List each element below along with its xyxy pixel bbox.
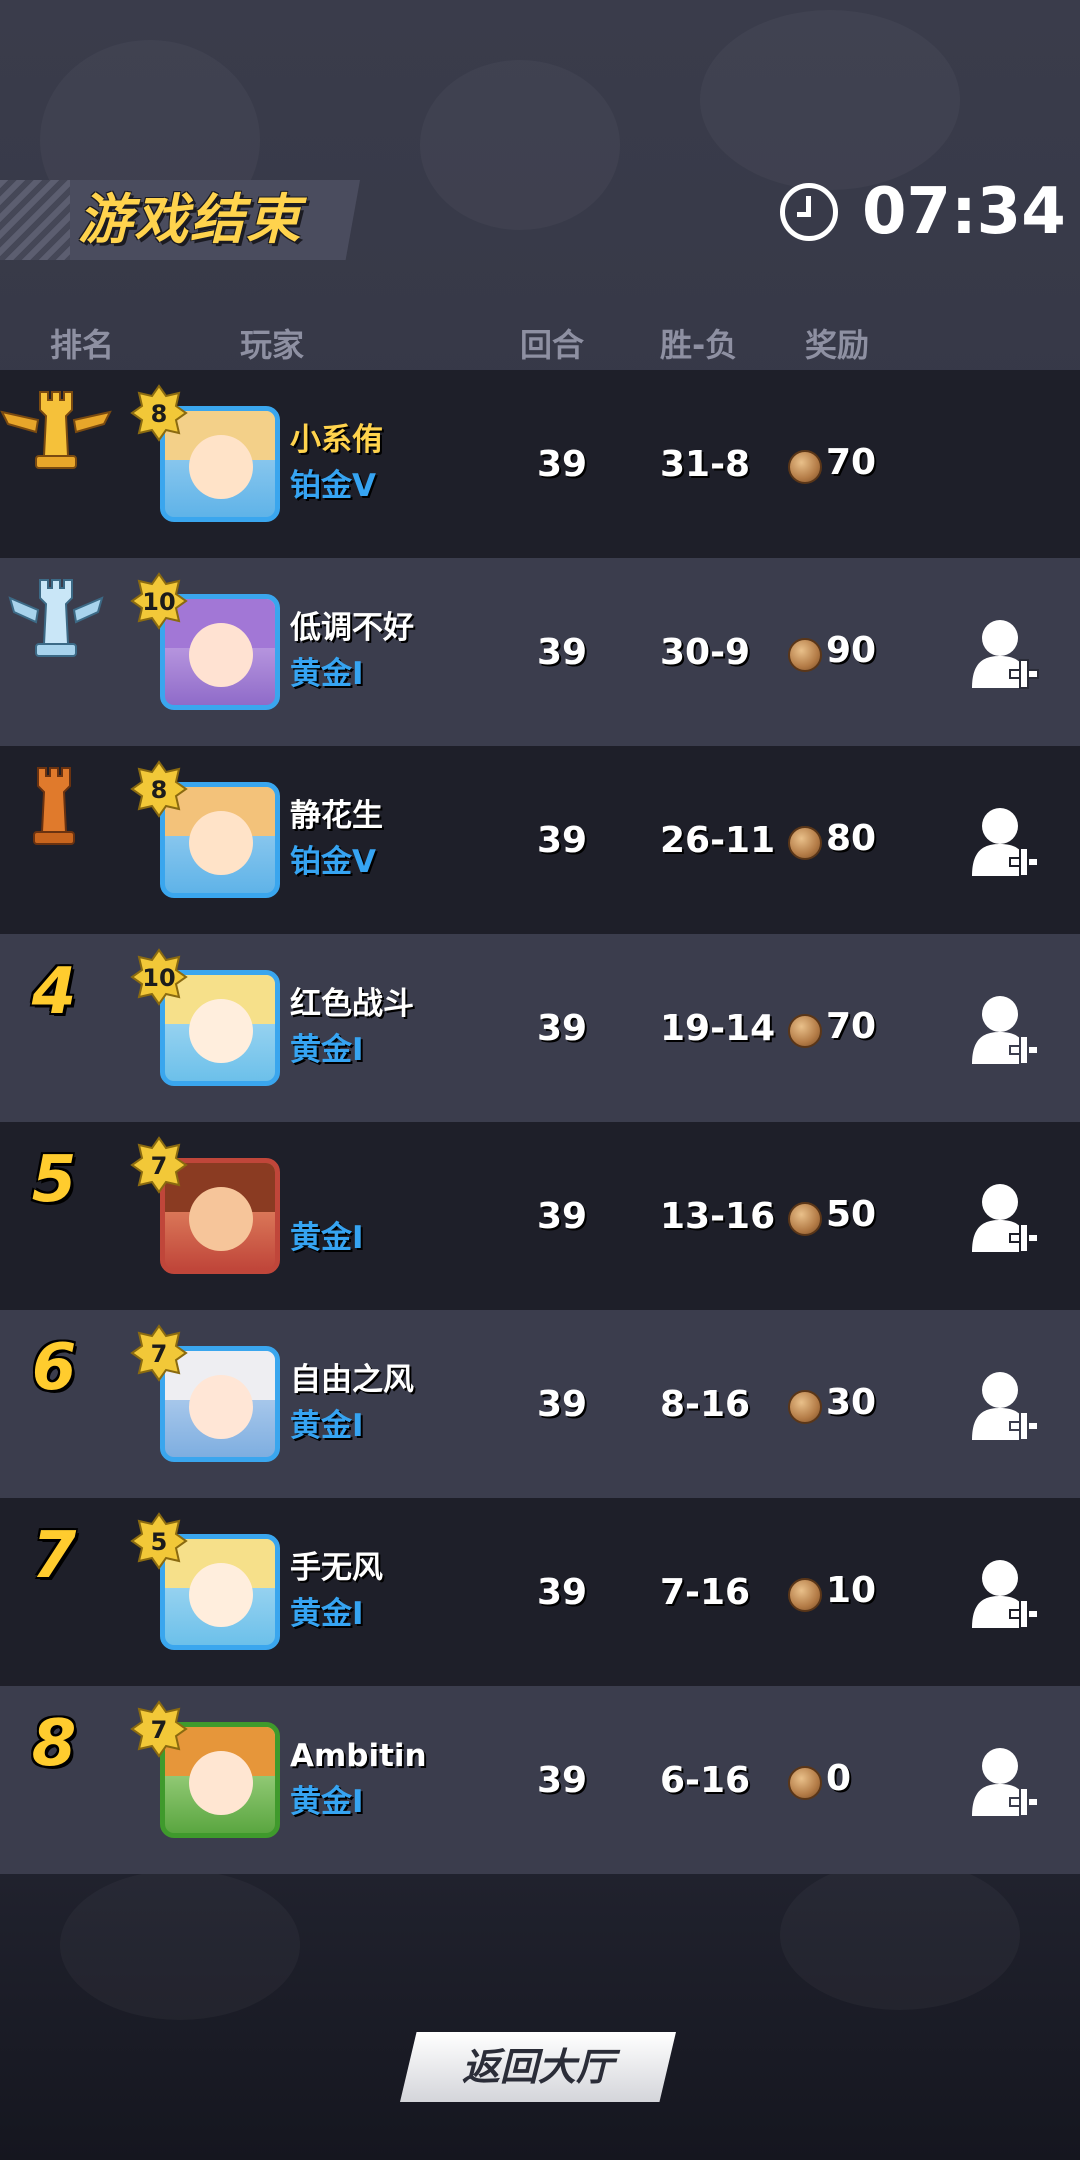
win-loss-value: 26-11: [660, 820, 776, 861]
player-tier: 黄金I: [290, 1408, 364, 1444]
reward-value: 10: [826, 1570, 877, 1611]
coin-icon: [788, 1578, 822, 1612]
player-level: 10: [142, 964, 176, 992]
player-level: 7: [150, 1716, 168, 1744]
silver-trophy-icon: [8, 579, 104, 657]
rank-number: 5: [31, 1143, 77, 1217]
add-friend-icon[interactable]: [970, 1746, 1040, 1820]
add-friend-icon[interactable]: [970, 618, 1040, 692]
leaderboard-row: 8 静花生 铂金V 39 26-11 80: [0, 746, 1080, 934]
title-banner-stripes: [0, 180, 70, 260]
rounds-value: 39: [536, 444, 588, 485]
column-header-reward: 奖励: [805, 326, 870, 364]
column-header-rounds: 回合: [520, 326, 585, 364]
player-level: 7: [150, 1340, 168, 1368]
reward-value: 70: [826, 442, 877, 483]
gold-trophy-icon: [0, 391, 112, 469]
reward-value: 30: [826, 1382, 877, 1423]
reward-value: 0: [826, 1758, 852, 1799]
player-tier: 铂金V: [290, 844, 376, 880]
leaderboard-row: 10 低调不好 黄金I 39 30-9 90: [0, 558, 1080, 746]
clock-icon: [780, 183, 838, 241]
player-level: 7: [150, 1152, 168, 1180]
reward-value: 70: [826, 1006, 877, 1047]
rounds-value: 39: [536, 1384, 588, 1425]
page-title: 游戏结束: [78, 188, 302, 251]
add-friend-icon[interactable]: [970, 806, 1040, 880]
player-name: 红色战斗: [290, 986, 414, 1022]
game-timer: 07:34: [862, 175, 1066, 249]
player-tier: 黄金I: [290, 1596, 364, 1632]
leaderboard-row: 5 7 黄金I 39 13-16 50: [0, 1122, 1080, 1310]
rank-number: 8: [31, 1707, 77, 1781]
coin-icon: [788, 450, 822, 484]
rounds-value: 39: [536, 820, 588, 861]
rank-number: 6: [31, 1331, 77, 1405]
player-level: 10: [142, 588, 176, 616]
reward-value: 90: [826, 630, 877, 671]
leaderboard-row: 8 小系侑 铂金V 39 31-8 70: [0, 370, 1080, 558]
rounds-value: 39: [536, 1760, 588, 1801]
rank-number: 7: [31, 1519, 77, 1593]
win-loss-value: 6-16: [660, 1760, 751, 1801]
rounds-value: 39: [536, 1008, 588, 1049]
background-silhouette: [780, 1860, 1020, 2010]
player-tier: 黄金I: [290, 1032, 364, 1068]
coin-icon: [788, 826, 822, 860]
bronze-trophy-icon: [33, 767, 75, 845]
player-name: 小系侑: [290, 422, 383, 458]
win-loss-value: 30-9: [660, 632, 751, 673]
leaderboard-list: 8 小系侑 铂金V 39 31-8 70 10 低调不好 黄金I 39 30-9…: [0, 370, 1080, 1874]
add-friend-icon[interactable]: [970, 994, 1040, 1068]
rank-number: 4: [31, 955, 77, 1029]
coin-icon: [788, 1202, 822, 1236]
win-loss-value: 19-14: [660, 1008, 776, 1049]
player-tier: 黄金I: [290, 656, 364, 692]
player-level: 5: [150, 1528, 168, 1556]
add-friend-icon[interactable]: [970, 1370, 1040, 1444]
leaderboard-row: 8 7 Ambitin 黄金I 39 6-16 0: [0, 1686, 1080, 1874]
column-header-player: 玩家: [240, 326, 305, 364]
leaderboard-row: 4 10 红色战斗 黄金I 39 19-14 70: [0, 934, 1080, 1122]
add-friend-icon[interactable]: [970, 1182, 1040, 1256]
win-loss-value: 13-16: [660, 1196, 776, 1237]
win-loss-value: 8-16: [660, 1384, 751, 1425]
win-loss-value: 31-8: [660, 444, 751, 485]
rounds-value: 39: [536, 1572, 588, 1613]
rounds-value: 39: [536, 632, 588, 673]
leaderboard-row: 7 5 手无风 黄金I 39 7-16 10: [0, 1498, 1080, 1686]
coin-icon: [788, 1014, 822, 1048]
column-header-win-loss: 胜-负: [660, 326, 738, 364]
rounds-value: 39: [536, 1196, 588, 1237]
player-name: 低调不好: [290, 610, 414, 646]
win-loss-value: 7-16: [660, 1572, 751, 1613]
player-level: 8: [150, 400, 168, 428]
reward-value: 80: [826, 818, 877, 859]
player-name: 静花生: [290, 798, 383, 834]
column-header-rank: 排名: [50, 326, 115, 364]
coin-icon: [788, 1390, 822, 1424]
return-lobby-label[interactable]: 返回大厅: [400, 2032, 676, 2102]
player-tier: 铂金V: [290, 468, 376, 504]
leaderboard-row: 6 7 自由之风 黄金I 39 8-16 30: [0, 1310, 1080, 1498]
player-tier: 黄金I: [290, 1784, 364, 1820]
add-friend-icon[interactable]: [970, 1558, 1040, 1632]
player-name: 手无风: [290, 1550, 383, 1586]
player-name: 自由之风: [290, 1362, 414, 1398]
player-tier: 黄金I: [290, 1220, 364, 1256]
coin-icon: [788, 638, 822, 672]
background-silhouette: [700, 10, 960, 190]
background-silhouette: [420, 60, 620, 230]
coin-icon: [788, 1766, 822, 1800]
background-silhouette: [60, 1870, 300, 2020]
player-name: Ambitin: [290, 1738, 427, 1774]
reward-value: 50: [826, 1194, 877, 1235]
player-level: 8: [150, 776, 168, 804]
